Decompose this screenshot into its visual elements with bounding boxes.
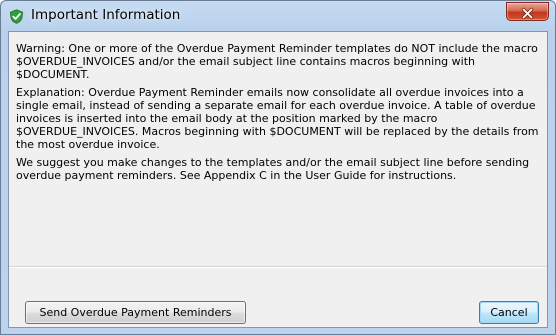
close-icon bbox=[521, 5, 534, 20]
send-overdue-payment-reminders-button[interactable]: Send Overdue Payment Reminders bbox=[25, 301, 246, 324]
button-area-divider bbox=[9, 266, 547, 268]
explanation-text: Explanation: Overdue Payment Reminder em… bbox=[16, 86, 539, 151]
suggestion-text: We suggest you make changes to the templ… bbox=[16, 156, 530, 182]
dialog-content: Warning: One or more of the Overdue Paym… bbox=[8, 31, 548, 328]
title-bar[interactable]: Important Information bbox=[1, 1, 555, 31]
warning-text: Warning: One or more of the Overdue Paym… bbox=[16, 42, 538, 81]
dialog-window: Important Information Warning: One or mo… bbox=[0, 0, 556, 335]
green-check-shield-icon bbox=[9, 9, 24, 24]
window-title: Important Information bbox=[31, 7, 181, 23]
close-button[interactable] bbox=[506, 2, 549, 21]
cancel-button[interactable]: Cancel bbox=[479, 301, 539, 324]
